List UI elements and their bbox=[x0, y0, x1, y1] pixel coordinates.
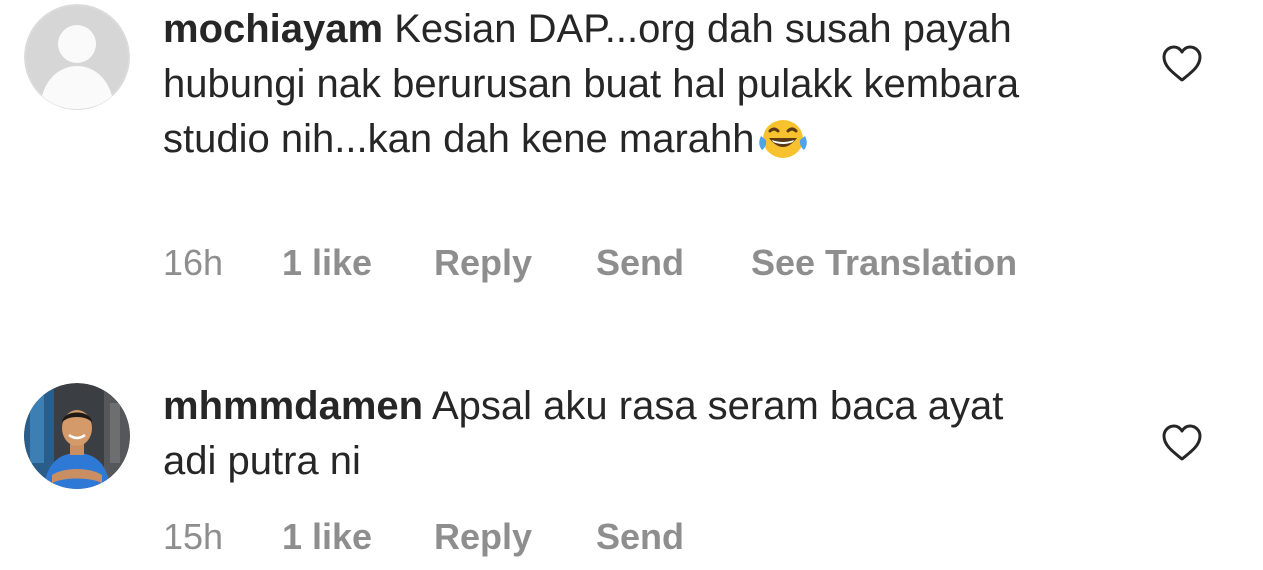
reply-button[interactable]: Reply bbox=[434, 241, 532, 285]
send-button[interactable]: Send bbox=[596, 241, 684, 285]
see-translation-button[interactable]: See Translation bbox=[751, 241, 1017, 285]
reply-button[interactable]: Reply bbox=[434, 515, 532, 559]
default-avatar-icon bbox=[24, 4, 130, 110]
laughing-tears-emoji-icon bbox=[757, 116, 809, 175]
comment-body: mochiayam Kesian DAP...org dah susah pay… bbox=[163, 2, 1063, 175]
like-heart-icon[interactable] bbox=[1160, 44, 1204, 84]
comment-timestamp: 15h bbox=[163, 516, 224, 557]
comment-body: mhmmdamen Apsal aku rasa seram baca ayat… bbox=[163, 379, 1063, 489]
comment-username[interactable]: mhmmdamen bbox=[163, 384, 423, 428]
comment-item: mhmmdamen Apsal aku rasa seram baca ayat… bbox=[0, 370, 1263, 570]
like-count[interactable]: 1 like bbox=[282, 515, 372, 559]
comment-item: mochiayam Kesian DAP...org dah susah pay… bbox=[0, 0, 1263, 300]
like-count[interactable]: 1 like bbox=[282, 241, 372, 285]
comment-actions: 15h 1 like Reply Send bbox=[163, 515, 1063, 559]
comment-actions: 16h 1 like Reply Send See Translation bbox=[163, 241, 1063, 285]
avatar[interactable] bbox=[24, 383, 130, 489]
avatar[interactable] bbox=[24, 4, 130, 110]
comment-timestamp: 16h bbox=[163, 242, 224, 283]
comment-username[interactable]: mochiayam bbox=[163, 7, 383, 51]
send-button[interactable]: Send bbox=[596, 515, 684, 559]
profile-photo-icon bbox=[24, 383, 130, 489]
like-heart-icon[interactable] bbox=[1160, 423, 1204, 463]
